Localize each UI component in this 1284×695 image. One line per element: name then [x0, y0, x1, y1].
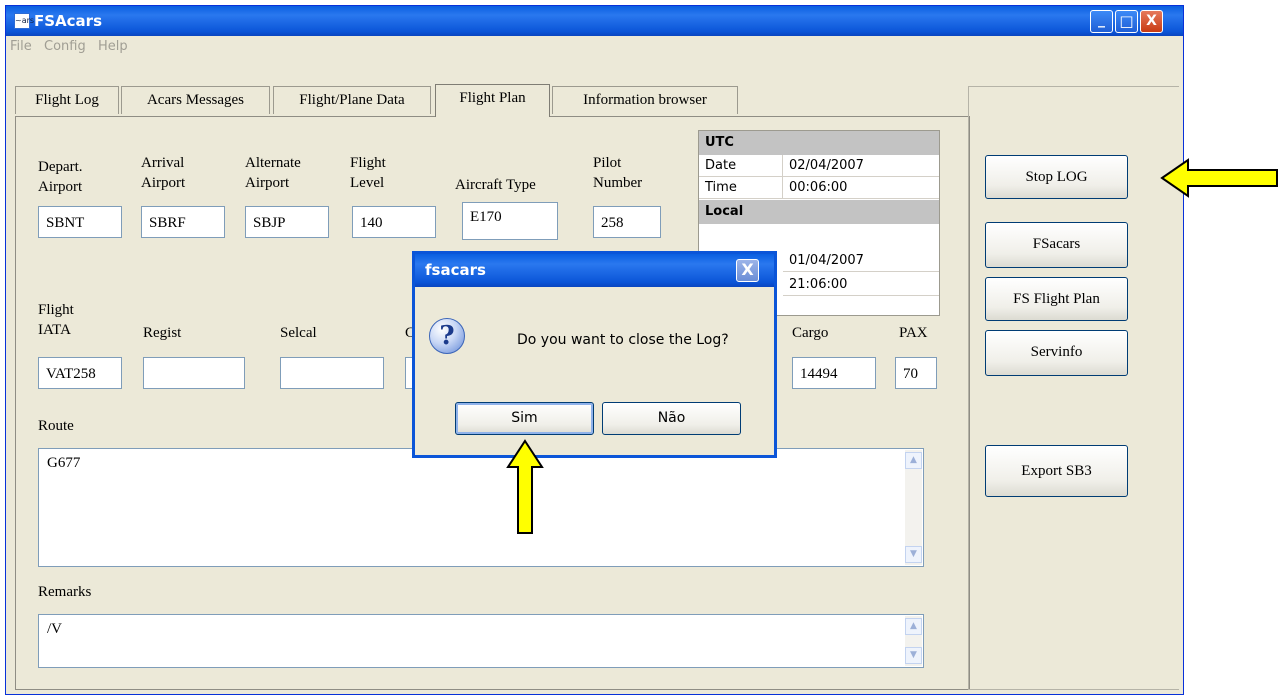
utc-date-label: Date	[699, 155, 783, 177]
regist-field[interactable]	[143, 357, 245, 389]
tab-flight-plane-data[interactable]: Flight/Plane Data	[273, 86, 431, 114]
local-header: Local	[699, 200, 939, 224]
scroll-up-icon[interactable]: ▲	[905, 452, 922, 469]
flight-level-label: Flight Level	[350, 155, 386, 191]
selcal-label: Selcal	[280, 325, 317, 341]
route-scrollbar[interactable]: ▲ ▼	[905, 450, 922, 565]
alternate-airport-label: Alternate Airport	[245, 155, 301, 191]
close-button[interactable]: X	[1140, 10, 1163, 33]
menu-bar: File Config Help	[6, 36, 1183, 58]
selcal-field[interactable]	[280, 357, 384, 389]
remarks-scrollbar[interactable]: ▲ ▼	[905, 616, 922, 666]
scroll-down-icon[interactable]: ▼	[905, 647, 922, 664]
pax-label: PAX	[899, 325, 928, 341]
stop-log-button[interactable]: Stop LOG	[985, 155, 1128, 199]
local-date-value: 01/04/2007	[783, 250, 939, 272]
utc-date-value: 02/04/2007	[783, 155, 939, 177]
fsacars-button[interactable]: FSacars	[985, 222, 1128, 268]
arrival-airport-field[interactable]: SBRF	[141, 206, 225, 238]
pilot-number-label: Pilot Number	[593, 155, 643, 191]
menu-file[interactable]: File	[10, 39, 32, 54]
aircraft-type-label: Aircraft Type	[455, 177, 536, 193]
minimize-button[interactable]: _	[1090, 10, 1113, 33]
tab-information-browser[interactable]: Information browser	[552, 86, 738, 114]
local-time-value: 21:06:00	[783, 274, 939, 296]
app-icon: ~ars	[14, 13, 34, 29]
dialog-message: Do you want to close the Log?	[517, 332, 729, 348]
export-sb3-button[interactable]: Export SB3	[985, 445, 1128, 497]
scroll-down-icon[interactable]: ▼	[905, 546, 922, 563]
aircraft-type-field[interactable]: E170	[462, 202, 558, 240]
remarks-label: Remarks	[38, 584, 92, 600]
pax-field[interactable]: 70	[895, 357, 937, 389]
utc-header: UTC	[699, 131, 939, 155]
tab-flight-plan[interactable]: Flight Plan	[435, 84, 550, 117]
tab-acars-messages[interactable]: Acars Messages	[121, 86, 270, 114]
cargo-field[interactable]: 14494	[792, 357, 876, 389]
no-button[interactable]: Não	[602, 402, 741, 435]
arrival-airport-label: Arrival Airport	[141, 155, 186, 191]
route-value: G677	[47, 455, 81, 471]
utc-time-label: Time	[699, 177, 783, 199]
flight-iata-field[interactable]: VAT258	[38, 357, 122, 389]
servinfo-button[interactable]: Servinfo	[985, 330, 1128, 376]
pilot-number-field[interactable]: 258	[593, 206, 661, 238]
close-log-dialog: fsacars X ? Do you want to close the Log…	[412, 251, 777, 458]
depart-airport-field[interactable]: SBNT	[38, 206, 122, 238]
arrow-up-icon	[506, 439, 544, 534]
alternate-airport-field[interactable]: SBJP	[245, 206, 329, 238]
window-title: FSAcars	[34, 12, 102, 30]
remarks-value: /V	[47, 621, 62, 637]
tab-flight-log[interactable]: Flight Log	[15, 86, 119, 114]
menu-help[interactable]: Help	[98, 39, 128, 54]
dialog-title-bar[interactable]: fsacars X	[415, 254, 774, 287]
title-bar[interactable]: ~ars FSAcars _ □ X	[6, 6, 1183, 36]
cargo-label: Cargo	[792, 325, 829, 341]
utc-time-value: 00:06:00	[783, 177, 939, 199]
question-icon: ?	[429, 318, 465, 354]
fs-flight-plan-button[interactable]: FS Flight Plan	[985, 277, 1128, 321]
depart-airport-label: Depart. Airport	[38, 159, 83, 195]
route-textarea[interactable]: G677 ▲ ▼	[38, 448, 924, 567]
scroll-up-icon[interactable]: ▲	[905, 618, 922, 635]
dialog-title: fsacars	[425, 261, 486, 279]
menu-config[interactable]: Config	[44, 39, 86, 54]
yes-button[interactable]: Sim	[455, 402, 594, 435]
flight-iata-label: Flight IATA	[38, 302, 74, 338]
regist-label: Regist	[143, 325, 182, 341]
flight-level-field[interactable]: 140	[352, 206, 436, 238]
maximize-button[interactable]: □	[1115, 10, 1138, 33]
remarks-textarea[interactable]: /V ▲ ▼	[38, 614, 924, 668]
route-label: Route	[38, 418, 74, 434]
arrow-left-icon	[1160, 158, 1278, 198]
dialog-close-button[interactable]: X	[736, 259, 759, 282]
